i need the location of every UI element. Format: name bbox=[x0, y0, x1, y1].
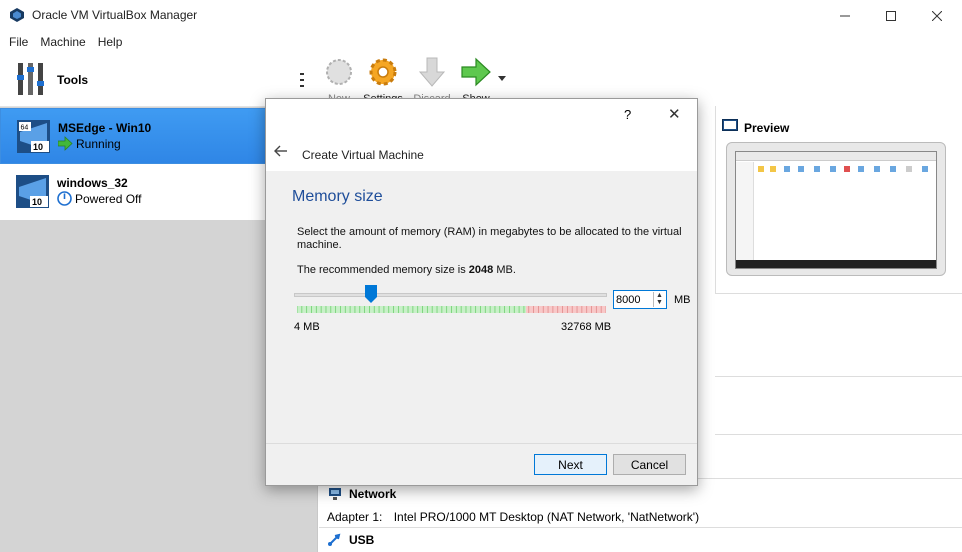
usb-section-header[interactable]: USB bbox=[327, 533, 374, 547]
menu-bar: File Machine Help bbox=[0, 31, 962, 52]
spin-arrows[interactable]: ▲ ▼ bbox=[653, 292, 665, 307]
minimize-icon bbox=[840, 15, 850, 16]
title-bar: Oracle VM VirtualBox Manager bbox=[0, 0, 962, 31]
next-button[interactable]: Next bbox=[534, 454, 607, 475]
show-dropdown-icon[interactable] bbox=[498, 76, 506, 82]
window-title: Oracle VM VirtualBox Manager bbox=[32, 8, 198, 22]
memory-unit-label: MB bbox=[674, 294, 691, 306]
dialog-close-button[interactable]: ✕ bbox=[668, 105, 681, 123]
vm-name: MSEdge - Win10 bbox=[58, 121, 152, 135]
network-adapter-row: Adapter 1: Intel PRO/1000 MT Desktop (NA… bbox=[327, 510, 699, 524]
monitor-icon bbox=[722, 119, 738, 131]
virtualbox-logo-icon bbox=[10, 8, 24, 22]
network-section-header[interactable]: Network bbox=[327, 487, 396, 501]
vm-name: windows_32 bbox=[57, 176, 128, 190]
main-toolbar: New Settings Discard Show bbox=[319, 52, 962, 105]
recommended-value: 2048 bbox=[468, 264, 494, 276]
page-description: Select the amount of memory (RAM) in meg… bbox=[297, 226, 682, 251]
divider bbox=[715, 376, 962, 377]
memory-input[interactable] bbox=[616, 292, 652, 307]
windows-10-os-icon: 64 10 bbox=[17, 120, 50, 153]
windows-10-os-icon: 10 bbox=[16, 175, 49, 208]
memory-slider-track[interactable] bbox=[294, 293, 607, 297]
close-icon bbox=[932, 10, 942, 21]
vm-screen-preview bbox=[735, 151, 937, 269]
adapter-value: Intel PRO/1000 MT Desktop (NAT Network, … bbox=[393, 510, 700, 524]
back-arrow-icon[interactable] bbox=[274, 145, 288, 157]
memory-slider-handle[interactable] bbox=[365, 285, 378, 303]
help-button[interactable]: ? bbox=[624, 107, 631, 122]
menu-machine[interactable]: Machine bbox=[34, 31, 91, 52]
show-arrow-icon bbox=[461, 57, 491, 87]
close-button[interactable] bbox=[914, 0, 960, 31]
usb-icon bbox=[328, 533, 341, 546]
menu-file[interactable]: File bbox=[3, 31, 34, 52]
maximize-button[interactable] bbox=[868, 0, 914, 31]
svg-text:64: 64 bbox=[21, 125, 29, 132]
preview-section: Preview bbox=[715, 106, 962, 294]
create-vm-dialog: ? ✕ Create Virtual Machine Memory size S… bbox=[265, 98, 698, 486]
minimize-button[interactable] bbox=[822, 0, 868, 31]
tools-menu-icon[interactable] bbox=[300, 72, 304, 88]
spin-up-icon[interactable]: ▲ bbox=[654, 292, 665, 299]
memory-spinbox[interactable]: ▲ ▼ bbox=[613, 290, 667, 309]
divider bbox=[319, 527, 962, 528]
running-arrow-icon bbox=[58, 136, 73, 151]
svg-text:10: 10 bbox=[33, 142, 43, 152]
vm-status: Running bbox=[76, 137, 121, 151]
slider-max-label: 32768 MB bbox=[561, 321, 612, 333]
slider-min-label: 4 MB bbox=[294, 321, 320, 333]
preview-thumbnail[interactable] bbox=[726, 142, 946, 276]
maximize-icon bbox=[886, 10, 896, 21]
tools-icon bbox=[17, 63, 44, 95]
power-off-icon bbox=[57, 191, 72, 206]
menu-help[interactable]: Help bbox=[92, 31, 129, 52]
memory-size-page: Memory size Select the amount of memory … bbox=[266, 171, 697, 443]
spin-down-icon[interactable]: ▼ bbox=[654, 299, 665, 306]
recommended-memory-text: The recommended memory size is 2048 MB. bbox=[297, 264, 516, 276]
recommended-suffix: MB. bbox=[493, 264, 516, 276]
cancel-button[interactable]: Cancel bbox=[613, 454, 686, 475]
vm-status: Powered Off bbox=[75, 192, 142, 206]
dialog-footer: Next Cancel bbox=[266, 443, 697, 485]
preview-title: Preview bbox=[744, 121, 790, 135]
page-heading: Memory size bbox=[292, 188, 383, 205]
svg-text:10: 10 bbox=[32, 197, 42, 207]
slider-ticks bbox=[297, 306, 606, 313]
network-title: Network bbox=[349, 487, 397, 501]
discard-arrow-icon bbox=[418, 57, 446, 87]
usb-title: USB bbox=[349, 533, 375, 547]
new-icon bbox=[326, 59, 352, 85]
dialog-title: Create Virtual Machine bbox=[302, 148, 424, 162]
tools-label: Tools bbox=[57, 73, 89, 87]
network-icon bbox=[329, 488, 341, 500]
gear-icon bbox=[369, 58, 397, 86]
divider bbox=[715, 434, 962, 435]
recommended-prefix: The recommended memory size is bbox=[297, 264, 469, 276]
adapter-label: Adapter 1: bbox=[327, 510, 383, 524]
